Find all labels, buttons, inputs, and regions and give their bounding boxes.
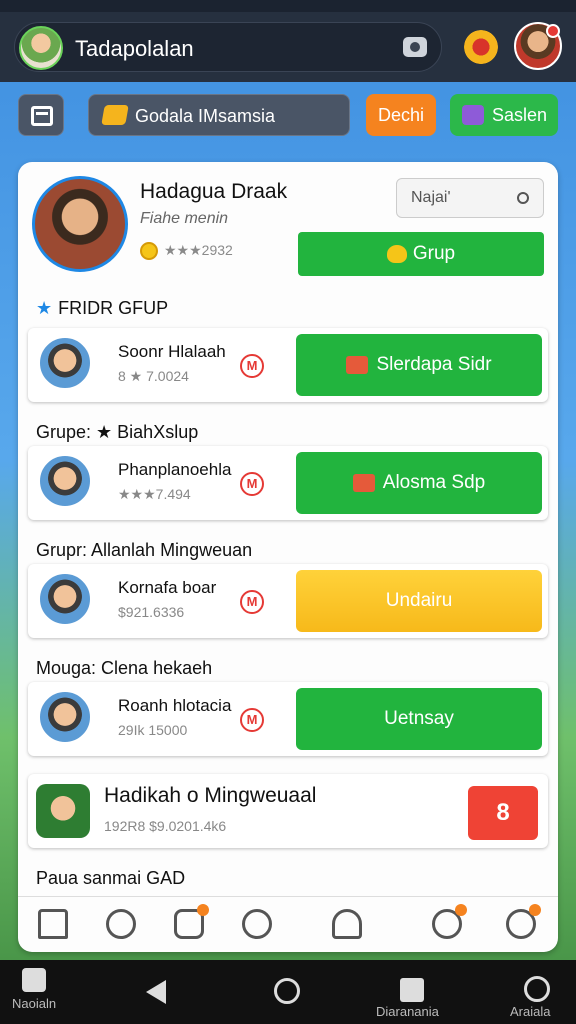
avatar	[38, 690, 92, 744]
row-button-label: Alosma Sdp	[382, 472, 486, 493]
row-name: Phanplanoehla	[118, 460, 232, 479]
bottom-tabs	[18, 896, 558, 952]
filter-row: Godala IMsamsia Dechi Saslen	[0, 90, 576, 140]
mini-input-text: Najai'	[411, 189, 451, 206]
featured-title: Hadikah o Mingweuaal	[104, 784, 317, 807]
close-icon[interactable]: M	[240, 472, 264, 496]
row-meta: ★★★7.494	[118, 486, 191, 502]
top-bar: Tadapolalan	[0, 12, 576, 82]
row-button-label: Slerdapa Sidr	[376, 354, 492, 375]
nav-left[interactable]: Naoialn	[12, 968, 56, 1011]
gift-icon	[346, 355, 369, 374]
row-name: Roanh hlotacia	[118, 696, 232, 715]
status-bar	[0, 0, 576, 12]
row-action-button[interactable]: Slerdapa Sidr	[296, 334, 542, 396]
row-action-button[interactable]: Uetnsay	[296, 688, 542, 750]
main-card: Hadagua Draak Fiahe menin ★★★2932 Najai'…	[18, 162, 558, 952]
home-circle-icon[interactable]	[274, 978, 300, 1004]
gear-icon[interactable]	[464, 30, 498, 64]
featured-red-button[interactable]: 8	[468, 786, 538, 840]
category-dropdown[interactable]: Godala IMsamsia	[88, 94, 350, 136]
mini-search-input[interactable]: Najai'	[396, 178, 544, 218]
search-icon	[517, 192, 529, 204]
featured-item[interactable]: Hadikah o Mingweuaal 192R8 $9.0201.4k6 8	[28, 774, 548, 848]
badge	[455, 904, 467, 916]
list-item[interactable]: Soonr Hlalaah 8 ★ 7.0024 M Slerdapa Sidr	[28, 328, 548, 402]
group-title: Grupe: ★ BiahXslup	[36, 422, 199, 442]
row-meta: 8 ★ 7.0024	[118, 368, 189, 384]
system-nav-bar: Naoialn Diaranania Araiala	[0, 960, 576, 1024]
notification-badge	[546, 24, 560, 38]
heart-icon	[386, 244, 407, 263]
green-button-label: Saslen	[492, 105, 548, 125]
chat-icon[interactable]	[174, 904, 209, 939]
close-icon[interactable]: M	[240, 354, 264, 378]
nav-center-label: Diaranania	[376, 1004, 439, 1019]
back-icon[interactable]	[146, 980, 166, 1004]
search-icon[interactable]	[524, 976, 550, 1002]
app-avatar	[19, 26, 63, 70]
profile-section: Hadagua Draak Fiahe menin ★★★2932 Najai'…	[18, 162, 558, 282]
coin-icon	[140, 242, 158, 261]
profile-name: Hadagua Draak	[140, 180, 288, 203]
drive-icon[interactable]	[332, 909, 362, 939]
row-action-button[interactable]: Undairu	[296, 570, 542, 632]
list-item[interactable]: Kornafa boar $921.6336 M Undairu	[28, 564, 548, 638]
title-pill[interactable]: Tadapolalan	[14, 22, 442, 72]
orange-button[interactable]: Dechi	[366, 94, 436, 136]
app-title: Tadapolalan	[75, 36, 194, 61]
dropdown-label: Godala IMsamsia	[135, 106, 276, 126]
grup-button[interactable]: Grup	[298, 232, 544, 276]
star-icon: ★	[36, 298, 53, 318]
camera-icon[interactable]	[403, 37, 427, 57]
featured-meta: 192R8 $9.0201.4k6	[104, 818, 227, 834]
calendar-button[interactable]	[18, 94, 64, 136]
profile-stats-text: ★★★2932	[164, 242, 233, 258]
gift-icon	[352, 473, 375, 492]
profile-subtitle: Fiahe menin	[140, 210, 229, 227]
close-icon[interactable]: M	[240, 590, 264, 614]
footer-line: Paua sanmai GAD	[36, 868, 186, 888]
group-icon[interactable]	[242, 909, 272, 939]
list-item[interactable]: Roanh hlotacia 29Ik 15000 M Uetnsay	[28, 682, 548, 756]
home-icon[interactable]	[38, 909, 68, 939]
row-name: Kornafa boar	[118, 578, 217, 597]
list-item[interactable]: Phanplanoehla ★★★7.494 M Alosma Sdp	[28, 446, 548, 520]
profile-icon[interactable]	[106, 909, 136, 939]
avatar	[38, 454, 92, 508]
avatar	[38, 336, 92, 390]
group-title: Grupr: Allanlah Mingweuan	[36, 540, 253, 560]
gem-icon	[101, 105, 129, 125]
calendar-icon	[31, 106, 53, 126]
section-header-text: FRIDR GFUP	[58, 298, 169, 318]
row-meta: $921.6336	[118, 604, 185, 620]
row-name: Soonr Hlalaah	[118, 342, 226, 361]
badge	[529, 904, 541, 916]
grup-button-label: Grup	[412, 243, 456, 264]
nav-left-label: Naoialn	[12, 996, 57, 1011]
profile-image	[32, 176, 128, 272]
row-meta: 29Ik 15000	[118, 722, 188, 738]
home-icon	[22, 968, 47, 992]
avatar	[38, 572, 92, 626]
profile-stats: ★★★2932	[140, 242, 233, 261]
message-icon[interactable]	[432, 904, 467, 939]
nav-right-label: Araiala	[510, 1004, 551, 1019]
puzzle-icon	[462, 105, 484, 125]
green-button[interactable]: Saslen	[450, 94, 558, 136]
close-icon[interactable]: M	[240, 708, 264, 732]
profile-avatar[interactable]	[514, 22, 562, 70]
users-icon[interactable]	[506, 904, 541, 939]
badge	[197, 904, 209, 916]
recent-apps-icon[interactable]	[400, 978, 424, 1002]
avatar	[36, 784, 90, 838]
section-header: ★ FRIDR GFUP	[36, 298, 168, 319]
row-action-button[interactable]: Alosma Sdp	[296, 452, 542, 514]
group-title: Mouga: Clena hekaeh	[36, 658, 213, 678]
